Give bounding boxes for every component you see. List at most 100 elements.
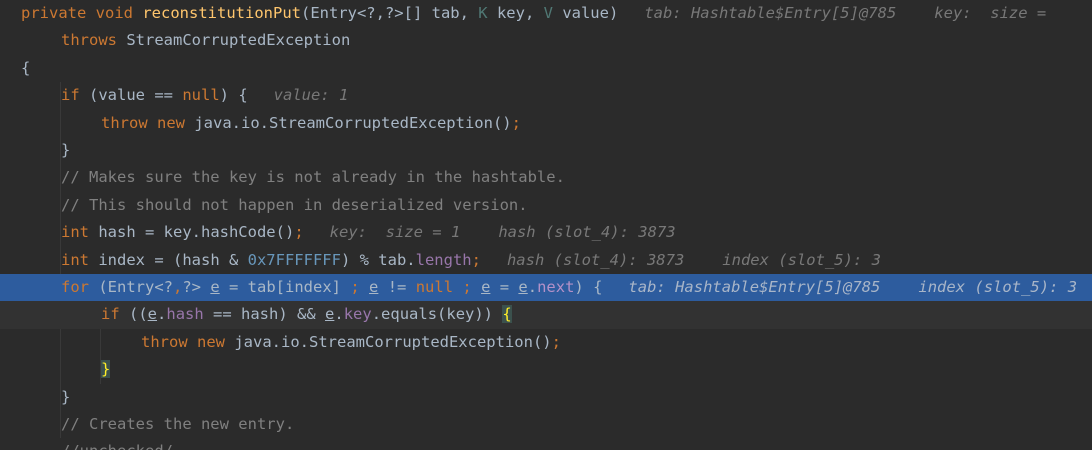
code-token: ) {	[574, 278, 603, 296]
code-text: throws StreamCorruptedException	[61, 27, 350, 54]
debug-inline-value: tab: Hashtable$Entry[5]@785	[628, 278, 881, 296]
code-token: null	[182, 86, 220, 105]
debug-inline-value: value: 1	[273, 86, 349, 105]
code-token: new	[157, 113, 186, 132]
code-token: index = (hash &	[89, 250, 248, 269]
code-text: int index = (hash & 0x7FFFFFFF) % tab.le…	[61, 247, 881, 274]
code-token: void	[95, 4, 133, 22]
code-token: hash = key.hashCode()	[89, 223, 295, 242]
code-line[interactable]: }	[0, 137, 1092, 164]
code-token: e	[147, 305, 158, 324]
code-token: ;	[551, 332, 561, 351]
code-token: length	[415, 250, 472, 269]
code-token: .	[527, 278, 538, 296]
code-text: }	[61, 384, 70, 411]
code-line[interactable]: throw new java.io.StreamCorruptedExcepti…	[0, 329, 1092, 356]
code-token: //unchecked/	[61, 442, 173, 450]
code-token: K	[478, 4, 488, 22]
code-token: throws	[61, 31, 117, 50]
code-token: // Makes sure the key is not already in …	[61, 168, 565, 187]
code-line[interactable]: int hash = key.hashCode(); key: size = 1 h…	[0, 219, 1092, 246]
code-token: ) % tab.	[340, 250, 416, 269]
code-line[interactable]: if ((e.hash == hash) && e.key.equals(key…	[0, 301, 1092, 329]
code-token: StreamCorruptedException	[117, 31, 351, 50]
code-token: // This should not happen in deserialize…	[61, 195, 528, 214]
code-token: V	[543, 4, 553, 22]
code-text: // This should not happen in deserialize…	[61, 192, 528, 219]
code-line[interactable]: // This should not happen in deserialize…	[0, 192, 1092, 219]
code-token: if	[101, 305, 120, 324]
code-token: for	[61, 278, 89, 296]
code-token: (Entry<?,?>[] tab,	[300, 4, 479, 22]
debug-inline-value: index (slot_5): 3	[722, 250, 881, 269]
code-line[interactable]: private void reconstitutionPut(Entry<?,?…	[0, 0, 1092, 27]
code-text: //unchecked/	[61, 438, 173, 450]
debug-inline-value: hash (slot_4): 3873	[506, 250, 685, 269]
code-token: == hash) &&	[203, 305, 326, 324]
code-token: next	[537, 278, 575, 296]
code-token: .equals(key))	[371, 305, 503, 324]
code-token: e	[325, 305, 335, 324]
code-token: ;	[511, 113, 521, 132]
code-token: =	[490, 278, 519, 296]
code-token: ;	[462, 278, 472, 296]
code-token: ,	[173, 278, 183, 296]
code-line[interactable]: }	[0, 384, 1092, 411]
code-token: !=	[378, 278, 416, 296]
code-token: ;	[471, 250, 481, 269]
code-token: ?>	[182, 278, 211, 296]
code-text: if ((e.hash == hash) && e.key.equals(key…	[101, 301, 512, 328]
code-line[interactable]: throws StreamCorruptedException	[0, 27, 1092, 54]
code-token: key,	[487, 4, 544, 22]
code-text: throw new java.io.StreamCorruptedExcepti…	[141, 329, 561, 356]
debug-inline-value: index (slot_5): 3	[918, 278, 1078, 296]
code-token: (Entry<?	[89, 278, 173, 296]
code-token: ((	[119, 305, 148, 324]
code-text: }	[101, 356, 111, 383]
code-token: java.io.StreamCorruptedException()	[185, 113, 512, 132]
current-execution-line[interactable]: for (Entry<?,?> e = tab[index] ; e != nu…	[0, 274, 1092, 302]
code-line[interactable]: if (value == null) {value: 1	[0, 82, 1092, 109]
code-token: ;	[350, 278, 360, 296]
code-token: key	[343, 305, 372, 324]
code-token: if	[61, 86, 80, 105]
code-editor[interactable]: private void reconstitutionPut(Entry<?,?…	[0, 0, 1092, 450]
code-token: e	[369, 278, 379, 296]
code-token: int	[61, 223, 89, 242]
code-text: throw new java.io.StreamCorruptedExcepti…	[101, 110, 521, 137]
code-line[interactable]: throw new java.io.StreamCorruptedExcepti…	[0, 110, 1092, 137]
code-token: new	[197, 332, 226, 351]
code-line[interactable]: }	[0, 356, 1092, 383]
code-token: {	[502, 305, 512, 324]
code-text: int hash = key.hashCode(); key: size = 1 h…	[61, 219, 676, 246]
debug-inline-value: tab: Hashtable$Entry[5]@785	[644, 4, 897, 22]
code-token: }	[101, 360, 111, 379]
code-token: private	[21, 4, 87, 22]
code-token: 0x7FFFFFFF	[247, 250, 341, 269]
code-text: // Makes sure the key is not already in …	[61, 164, 565, 191]
code-token: ) {	[219, 86, 248, 105]
code-token: e	[210, 278, 220, 296]
code-token: hash	[166, 305, 204, 324]
code-text: if (value == null) {value: 1	[61, 82, 348, 109]
code-token: {	[21, 58, 31, 77]
code-text: {	[21, 55, 30, 82]
code-line[interactable]: // Creates the new entry.	[0, 411, 1092, 438]
code-line[interactable]: {	[0, 55, 1092, 82]
code-token: }	[61, 387, 71, 406]
code-line[interactable]: int index = (hash & 0x7FFFFFFF) % tab.le…	[0, 247, 1092, 274]
code-line[interactable]: // Makes sure the key is not already in …	[0, 164, 1092, 191]
code-token: .	[334, 305, 344, 324]
code-token: reconstitutionPut	[142, 4, 301, 22]
code-token: // Creates the new entry.	[61, 415, 295, 433]
code-token: throw	[101, 113, 148, 132]
code-text: }	[61, 137, 70, 164]
debug-inline-value: key: size = 1	[329, 223, 461, 242]
code-line[interactable]: //unchecked/	[0, 438, 1092, 450]
code-token: }	[61, 141, 71, 159]
